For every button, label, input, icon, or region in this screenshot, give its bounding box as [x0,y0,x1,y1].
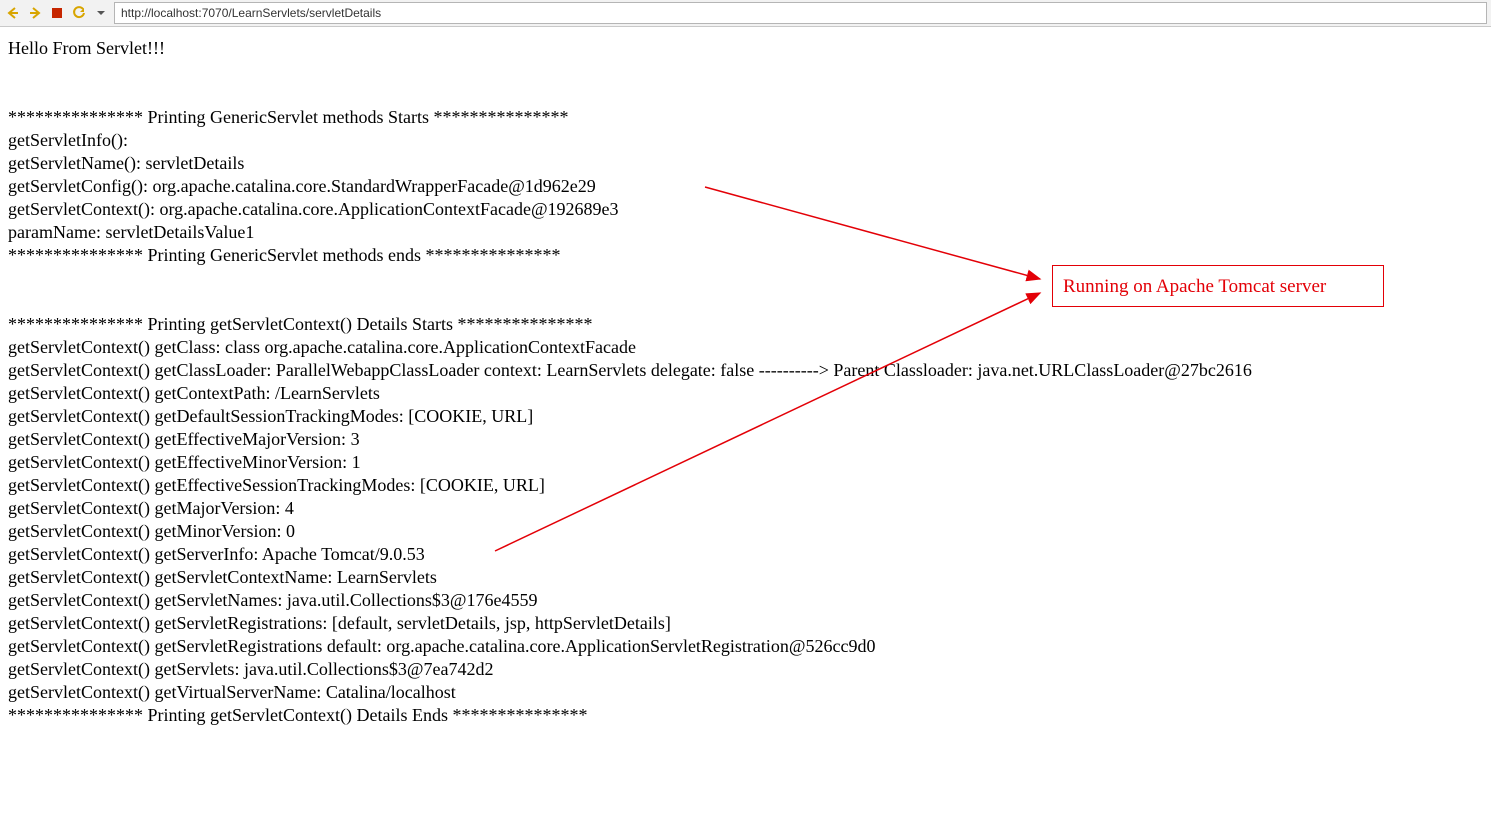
content-line: getServletContext() getEffectiveSessionT… [8,474,1483,497]
content-line [8,60,1483,83]
content-line: Hello From Servlet!!! [8,37,1483,60]
content-line: *************** Printing getServletConte… [8,313,1483,336]
content-line: *************** Printing getServletConte… [8,704,1483,727]
back-button[interactable] [4,4,22,22]
browser-toolbar [0,0,1491,27]
content-line: *************** Printing GenericServlet … [8,106,1483,129]
stop-icon [51,7,63,19]
content-line: getServletContext() getServlets: java.ut… [8,658,1483,681]
content-line: getServletContext() getEffectiveMinorVer… [8,451,1483,474]
annotation-text: Running on Apache Tomcat server [1063,275,1326,298]
content-line: getServletContext() getClass: class org.… [8,336,1483,359]
content-line [8,83,1483,106]
refresh-icon [72,6,86,20]
content-line: getServletName(): servletDetails [8,152,1483,175]
dropdown-button[interactable] [92,4,110,22]
content-line: getServletContext() getServerInfo: Apach… [8,543,1483,566]
content-line: getServletContext() getMinorVersion: 0 [8,520,1483,543]
content-line: paramName: servletDetailsValue1 [8,221,1483,244]
forward-button[interactable] [26,4,44,22]
content-line: getServletContext() getServletRegistrati… [8,635,1483,658]
content-line: getServletContext() getServletContextNam… [8,566,1483,589]
content-line: getServletContext() getContextPath: /Lea… [8,382,1483,405]
arrow-right-icon [28,6,42,20]
content-line: getServletContext() getClassLoader: Para… [8,359,1483,382]
page-content: Hello From Servlet!!! *************** Pr… [0,27,1491,737]
chevron-down-icon [97,9,105,17]
arrow-left-icon [6,6,20,20]
content-line: getServletContext() getServletNames: jav… [8,589,1483,612]
content-line: getServletContext(): org.apache.catalina… [8,198,1483,221]
content-line: getServletConfig(): org.apache.catalina.… [8,175,1483,198]
content-line: *************** Printing GenericServlet … [8,244,1483,267]
content-line: getServletContext() getVirtualServerName… [8,681,1483,704]
content-line: getServletContext() getDefaultSessionTra… [8,405,1483,428]
refresh-button[interactable] [70,4,88,22]
content-line: getServletContext() getMajorVersion: 4 [8,497,1483,520]
annotation-callout: Running on Apache Tomcat server [1052,265,1384,307]
content-line: getServletContext() getServletRegistrati… [8,612,1483,635]
content-line: getServletContext() getEffectiveMajorVer… [8,428,1483,451]
content-line: getServletInfo(): [8,129,1483,152]
address-bar[interactable] [114,2,1487,24]
stop-button[interactable] [48,4,66,22]
